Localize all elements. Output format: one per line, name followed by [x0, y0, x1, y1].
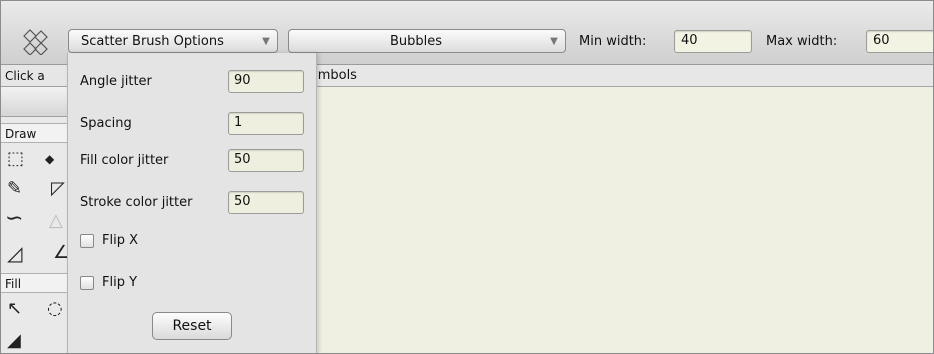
flip-x-checkbox[interactable]: Flip X: [80, 233, 138, 248]
fill-color-jitter-label: Fill color jitter: [80, 153, 169, 168]
point-tool-icon[interactable]: ◆: [45, 149, 54, 169]
chevron-down-icon: ▼: [550, 35, 558, 47]
fill-section-header: Fill: [1, 273, 69, 293]
shape-dropdown[interactable]: Bubbles ▼: [288, 29, 566, 53]
stroke-color-jitter-label: Stroke color jitter: [80, 195, 193, 210]
checkbox-box[interactable]: [80, 233, 94, 248]
flip-y-checkbox[interactable]: Flip Y: [80, 275, 137, 290]
polygon-icon[interactable]: ◿: [7, 243, 22, 263]
angle-jitter-label: Angle jitter: [80, 74, 152, 89]
chevron-down-icon: ▼: [262, 35, 270, 47]
max-width-input[interactable]: 60: [866, 30, 933, 53]
min-width-input[interactable]: 40: [674, 30, 752, 53]
triangle-tool-icon[interactable]: △: [49, 211, 63, 231]
angle-jitter-input[interactable]: 90: [228, 70, 304, 93]
click-hint: Click a: [1, 65, 69, 87]
pointer-fill-icon[interactable]: ↖: [7, 299, 22, 319]
tools-sidebar: Click a Draw ⬚ ◆ ✎ ◸ ∽ △ ◿ ∠ Fill ↖ ◌ ◢: [1, 65, 69, 353]
reset-button[interactable]: Reset: [152, 312, 232, 340]
scatter-brush-icon[interactable]: [21, 27, 49, 55]
min-width-label: Min width:: [579, 34, 647, 49]
sidebar-button-bar[interactable]: [1, 87, 69, 117]
brush-options-dropdown[interactable]: Scatter Brush Options ▼: [68, 29, 278, 53]
spacing-input[interactable]: 1: [228, 112, 304, 135]
stroke-color-jitter-input[interactable]: 50: [228, 191, 304, 214]
fill-color-jitter-input[interactable]: 50: [228, 149, 304, 172]
wedge-icon[interactable]: ◢: [7, 331, 21, 351]
draw-section-header: Draw: [1, 123, 69, 143]
freehand-icon[interactable]: ∽: [5, 208, 23, 230]
drawing-canvas[interactable]: [301, 87, 933, 353]
frame-tool-icon[interactable]: ◸: [51, 179, 65, 199]
spacing-label: Spacing: [80, 116, 132, 131]
flip-y-label: Flip Y: [102, 275, 138, 290]
scatter-brush-options-popup: Angle jitter 90 Spacing 1 Fill color jit…: [67, 53, 317, 353]
flip-x-label: Flip X: [102, 233, 138, 248]
app-window: Scatter Brush Options ▼ Bubbles ▼ Min wi…: [0, 0, 934, 354]
pencil-icon[interactable]: ✎: [7, 179, 22, 199]
brush-options-label: Scatter Brush Options: [81, 33, 224, 49]
max-width-label: Max width:: [766, 34, 838, 49]
shape-label: Bubbles: [389, 33, 443, 49]
checkbox-box[interactable]: [80, 275, 94, 290]
tab-symbols[interactable]: ymbols: [301, 65, 933, 87]
lasso-icon[interactable]: ◌: [47, 299, 63, 319]
marquee-select-icon[interactable]: ⬚: [7, 149, 24, 169]
